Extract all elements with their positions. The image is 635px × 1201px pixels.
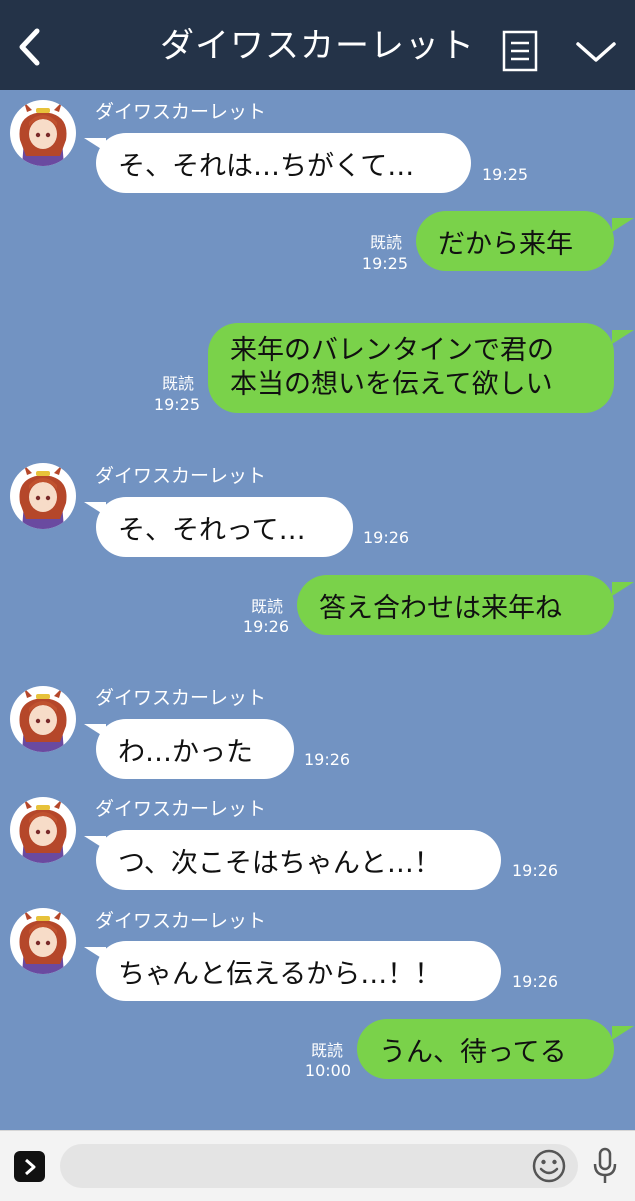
- microphone-icon: [593, 1147, 617, 1183]
- message-time: 19:26: [242, 617, 289, 636]
- avatar[interactable]: [10, 797, 76, 863]
- avatar[interactable]: [10, 463, 76, 529]
- message-input[interactable]: [60, 1144, 578, 1188]
- message-line: 来年のバレンタインで君の: [230, 335, 554, 366]
- message-bubble[interactable]: うん、待ってる: [357, 1019, 614, 1079]
- message-bubble[interactable]: そ、それは…ちがくて…: [96, 133, 471, 193]
- read-receipt: 既読: [369, 233, 402, 252]
- bubble-tail: [612, 330, 634, 344]
- message-bubble[interactable]: ちゃんと伝えるから…！！: [96, 941, 501, 1001]
- read-receipt: 既読: [161, 374, 194, 393]
- avatar-character-icon: [19, 910, 67, 974]
- message-list[interactable]: ダイワスカーレット そ、それは…ちがくて… 19:25 既読 19:25 だから…: [0, 90, 635, 1130]
- bubble-tail: [612, 582, 634, 596]
- message-bubble[interactable]: 来年のバレンタインで君の 本当の想いを伝えて欲しい: [208, 323, 614, 413]
- bubble-tail: [612, 1026, 634, 1040]
- message-time: 19:25: [153, 395, 200, 414]
- message-time: 19:26: [512, 972, 559, 991]
- collapse-button[interactable]: [574, 36, 618, 68]
- emoji-button[interactable]: [530, 1147, 568, 1185]
- menu-button[interactable]: [502, 30, 538, 72]
- chevron-left-icon: [19, 28, 40, 66]
- sender-name: ダイワスカーレット: [95, 101, 267, 123]
- read-receipt: 既読: [310, 1041, 343, 1060]
- chevron-down-icon: [576, 42, 616, 62]
- sender-name: ダイワスカーレット: [95, 910, 267, 932]
- smiley-icon: [532, 1149, 566, 1183]
- avatar[interactable]: [10, 908, 76, 974]
- avatar-character-icon: [19, 465, 67, 529]
- sender-name: ダイワスカーレット: [95, 465, 267, 487]
- sender-name: ダイワスカーレット: [95, 687, 267, 709]
- message-time: 19:26: [304, 750, 351, 769]
- sender-name: ダイワスカーレット: [95, 798, 267, 820]
- menu-icon: [502, 30, 538, 72]
- avatar[interactable]: [10, 100, 76, 166]
- bubble-tail: [612, 218, 634, 232]
- avatar-character-icon: [19, 799, 67, 863]
- message-bubble[interactable]: つ、次こそはちゃんと…！: [96, 830, 501, 890]
- message-time: 19:26: [363, 528, 410, 547]
- message-time: 19:25: [361, 254, 408, 273]
- back-button[interactable]: [8, 22, 52, 72]
- message-time: 19:25: [482, 165, 529, 184]
- avatar-character-icon: [19, 102, 67, 166]
- message-line: 本当の想いを伝えて欲しい: [230, 369, 553, 400]
- microphone-button[interactable]: [588, 1145, 622, 1187]
- avatar[interactable]: [10, 686, 76, 752]
- read-receipt: 既読: [250, 597, 283, 616]
- message-bubble[interactable]: そ、それって…: [96, 497, 353, 557]
- chevron-right-icon: [24, 1158, 35, 1175]
- message-bubble[interactable]: だから来年: [416, 211, 614, 271]
- message-bubble[interactable]: 答え合わせは来年ね: [297, 575, 614, 635]
- message-input-bar: [0, 1130, 635, 1201]
- message-bubble[interactable]: わ…かった: [96, 719, 294, 779]
- chat-title: ダイワスカーレット: [160, 26, 475, 66]
- message-time: 10:00: [304, 1061, 351, 1080]
- chat-header: ダイワスカーレット: [0, 0, 635, 90]
- expand-button[interactable]: [14, 1151, 45, 1182]
- avatar-character-icon: [19, 688, 67, 752]
- message-time: 19:26: [512, 861, 559, 880]
